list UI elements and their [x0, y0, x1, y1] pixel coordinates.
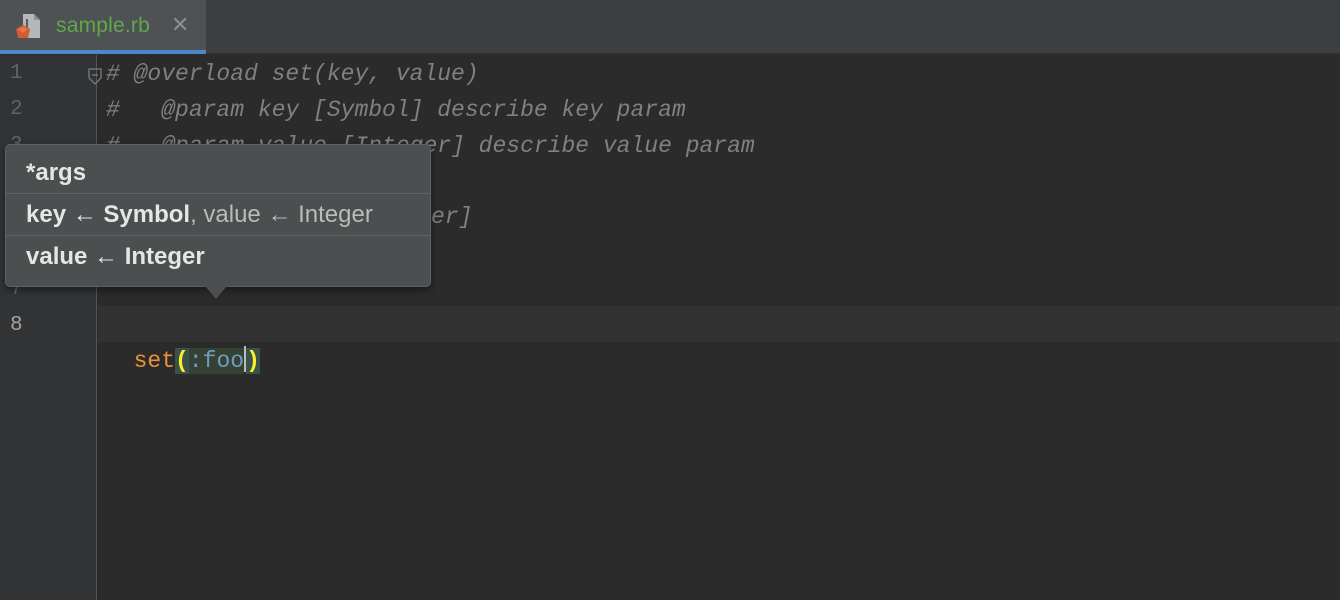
- caret-row-highlight: [98, 306, 1340, 342]
- editor-tab-bar: sample.rb ✕: [0, 0, 1340, 54]
- param-hint-text: *args: [26, 159, 87, 186]
- active-tab-indicator: [0, 50, 206, 54]
- method-call: set: [133, 348, 176, 374]
- tab-label: sample.rb: [56, 14, 151, 37]
- line-number: 1: [10, 62, 23, 85]
- param-hint-active: value ← Integer: [26, 243, 205, 270]
- param-hint-separator: ,: [190, 201, 204, 228]
- open-paren: (: [175, 348, 189, 374]
- current-line-number: 8: [10, 314, 23, 337]
- param-hint-row[interactable]: key ← Symbol, value ← Integer: [6, 194, 430, 235]
- code-line-8[interactable]: set(:foo): [106, 307, 260, 379]
- code-line-5-fragment[interactable]: er]: [431, 199, 472, 235]
- param-hint-row[interactable]: value ← Integer: [6, 236, 430, 277]
- tab-sample-rb[interactable]: sample.rb ✕: [0, 0, 206, 54]
- parameter-info-popup: *args key ← Symbol, value ← Integer valu…: [5, 144, 431, 287]
- line-number-gutter[interactable]: 1 2 3 4 5 6 7 8: [0, 55, 97, 600]
- param-hint-row[interactable]: *args: [6, 153, 430, 193]
- popup-pointer: [205, 286, 227, 299]
- param-hint-active: key ← Symbol: [26, 201, 191, 228]
- symbol-colon: :: [188, 348, 203, 374]
- code-line-2[interactable]: # @param key [Symbol] describe key param: [106, 92, 686, 128]
- close-icon[interactable]: ✕: [171, 12, 189, 38]
- code-line-1[interactable]: # @overload set(key, value): [106, 56, 479, 92]
- close-paren: ): [246, 348, 260, 374]
- symbol-name: foo: [202, 348, 245, 374]
- fold-icon[interactable]: [88, 68, 102, 86]
- line-number: 2: [10, 98, 23, 121]
- param-hint-inactive: value ← Integer: [203, 201, 373, 228]
- ruby-file-icon: [16, 14, 40, 38]
